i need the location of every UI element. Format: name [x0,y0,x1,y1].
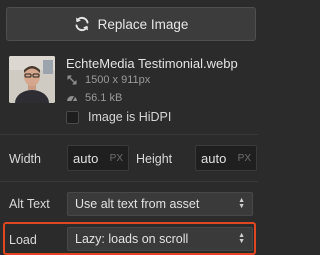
asset-filename: EchteMedia Testimonial.webp [66,56,238,71]
asset-dimensions: 1500 x 911px [85,74,151,86]
load-value: Lazy: loads on scroll [75,232,189,246]
select-arrows-icon: ▲ ▼ [238,197,245,210]
refresh-icon [75,16,89,32]
section-divider [0,134,258,135]
alt-text-select[interactable]: Use alt text from asset ▲ ▼ [67,192,253,216]
alt-text-label: Alt Text [9,197,50,211]
asset-filesize-row: 56.1 kB [66,92,122,104]
load-label: Load [9,233,37,247]
gauge-icon [67,96,77,102]
replace-image-label: Replace Image [97,16,189,32]
asset-filesize: 56.1 kB [85,92,123,104]
hidpi-checkbox[interactable] [66,110,79,124]
width-unit: PX [109,152,123,164]
hidpi-label: Image is HiDPI [88,110,172,124]
height-unit: PX [237,152,251,164]
height-input[interactable]: auto PX [195,145,257,171]
load-select[interactable]: Lazy: loads on scroll ▲ ▼ [67,227,253,251]
alt-text-value: Use alt text from asset [75,197,200,211]
replace-image-button[interactable]: Replace Image [6,7,256,41]
select-arrows-icon: ▲ ▼ [238,232,245,245]
person-thumbnail-image [9,56,55,103]
width-label: Width [9,152,41,166]
height-label: Height [136,152,173,166]
hidpi-option[interactable]: Image is HiDPI [66,110,171,124]
resize-arrows-icon [67,75,77,85]
height-value: auto [201,150,227,166]
width-value: auto [73,150,99,166]
asset-dimensions-row: 1500 x 911px [66,74,150,86]
section-divider [0,181,258,182]
width-input[interactable]: auto PX [67,145,129,171]
asset-thumbnail[interactable] [9,56,55,103]
